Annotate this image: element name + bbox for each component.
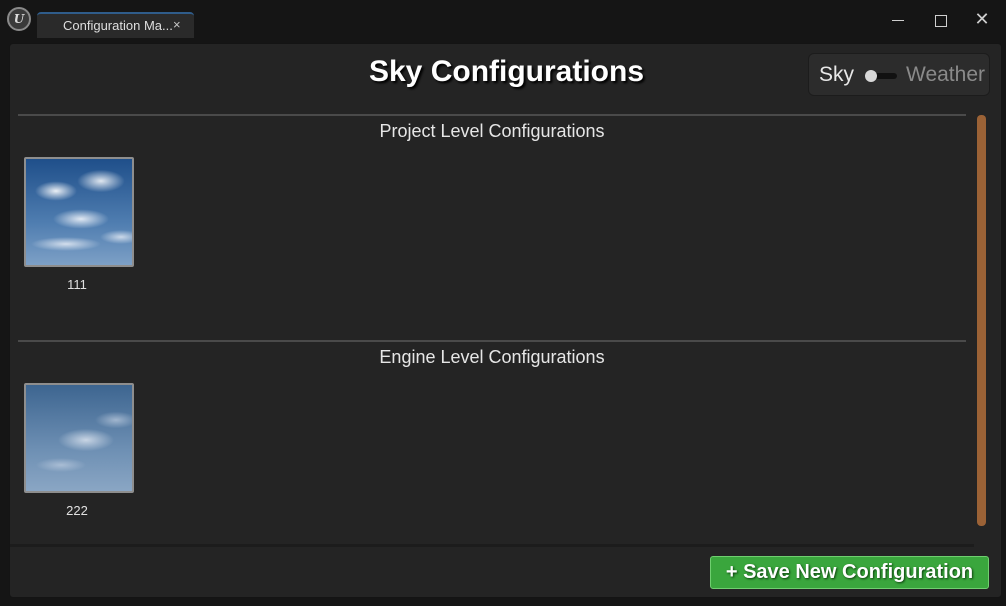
section-title-engine: Engine Level Configurations (379, 347, 605, 367)
config-label-project: 111 (67, 277, 87, 292)
title-bar: U Configuration Ma... × ✕ (0, 0, 1006, 40)
tab-close-icon[interactable]: × (173, 17, 181, 32)
maximize-icon[interactable] (925, 8, 955, 32)
section-divider (18, 114, 966, 116)
close-window-icon[interactable]: ✕ (967, 8, 997, 32)
config-thumbnail-project[interactable] (24, 157, 134, 267)
config-label-engine: 222 (66, 503, 88, 518)
toggle-knob[interactable] (865, 70, 877, 82)
config-thumbnail-engine[interactable] (24, 383, 134, 493)
footer-divider (10, 544, 974, 547)
toggle-switch[interactable] (865, 70, 897, 82)
sky-weather-toggle[interactable]: Sky Weather (808, 53, 990, 96)
section-title-project: Project Level Configurations (379, 121, 605, 141)
minimize-icon[interactable] (883, 8, 913, 32)
tab-configuration-manager[interactable]: Configuration Ma... × (37, 12, 194, 38)
main-panel: Sky Configurations Sky Weather Project L… (9, 43, 1002, 598)
unreal-logo-icon: U (7, 7, 31, 31)
vertical-scrollbar[interactable] (977, 115, 986, 526)
toggle-label-weather: Weather (906, 63, 985, 86)
save-new-configuration-button[interactable]: + Save New Configuration (710, 556, 989, 589)
tab-label: Configuration Ma... (63, 18, 173, 33)
toggle-label-sky: Sky (819, 63, 855, 86)
section-divider (18, 340, 966, 342)
